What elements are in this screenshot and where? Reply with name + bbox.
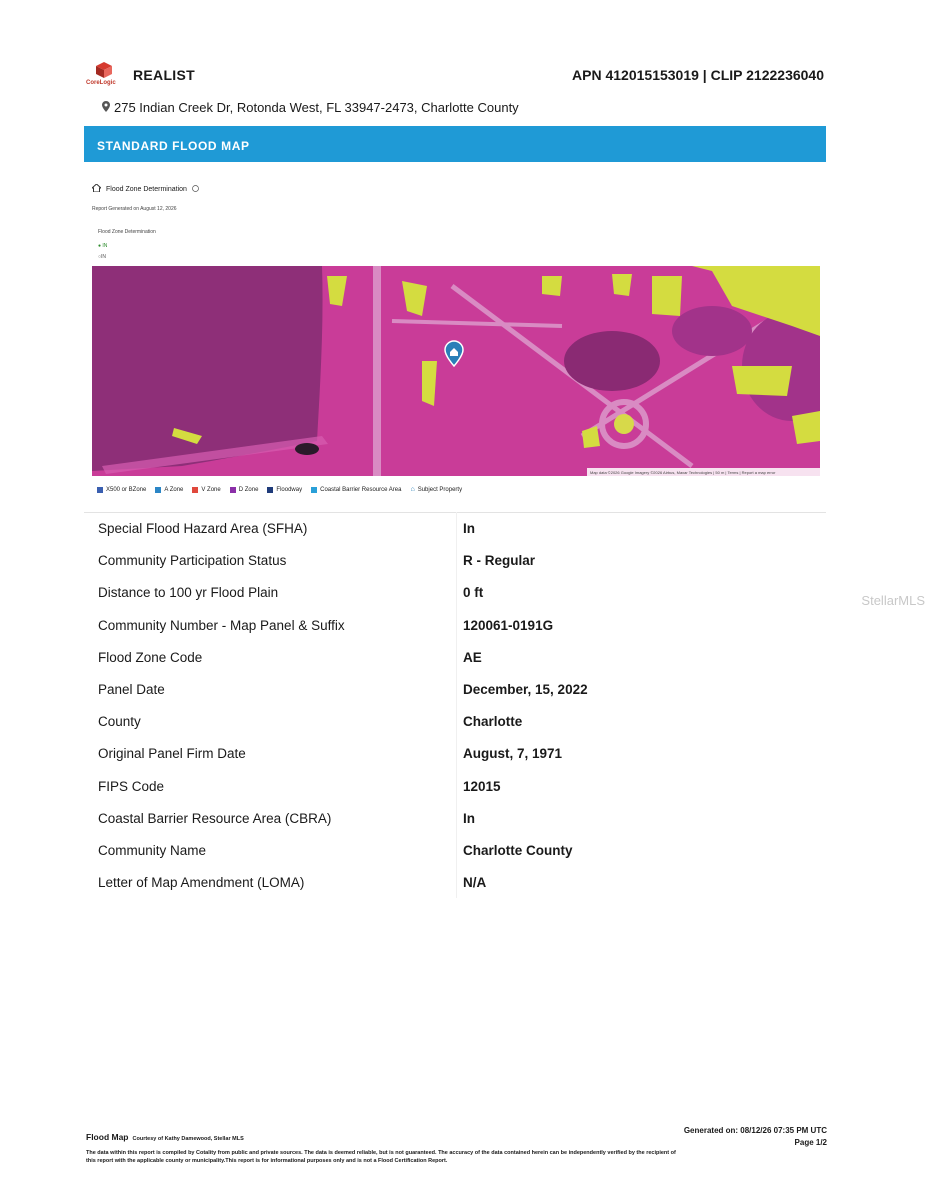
address-row: 275 Indian Creek Dr, Rotonda West, FL 33… <box>102 100 519 115</box>
table-row: Original Panel Firm Date August, 7, 1971 <box>84 737 826 770</box>
row-label: County <box>98 714 141 730</box>
table-row: Coastal Barrier Resource Area (CBRA) In <box>84 801 826 834</box>
row-label: Community Participation Status <box>98 553 287 569</box>
row-label: FIPS Code <box>98 778 165 794</box>
row-label: Special Flood Hazard Area (SFHA) <box>98 521 308 536</box>
flood-map[interactable]: Map data ©2026 Google Imagery ©2026 Airb… <box>92 266 842 476</box>
legend-swatch <box>192 486 199 493</box>
legend-item-v-zone: V Zone <box>192 486 221 493</box>
row-label: Distance to 100 yr Flood Plain <box>98 585 279 601</box>
row-value: December, 15, 2022 <box>463 681 588 697</box>
row-label: Community Name <box>98 842 207 858</box>
flood-zone-heading-row: Flood Zone Determination <box>90 183 199 194</box>
legend-item-subject-property: ⌂ Subject Property <box>410 486 463 493</box>
property-address: 275 Indian Creek Dr, Rotonda West, FL 33… <box>114 100 519 115</box>
page-number: Page 1/2 <box>794 1138 827 1147</box>
table-row: Community Number - Map Panel & Suffix 120… <box>84 608 826 641</box>
footer-courtesy: Courtesy of Kathy Damewood, Stellar MLS <box>132 1136 244 1142</box>
stellar-mls-watermark: StellarMLS <box>861 593 925 608</box>
in-status-badge: ● IN <box>98 243 108 249</box>
report-generated-date: Report Generated on August 12, 2026 <box>92 206 177 212</box>
footer-right: Generated on: 08/12/26 07:35 PM UTC Page… <box>684 1125 827 1149</box>
row-value: R - Regular <box>463 553 536 569</box>
legend-swatch <box>267 486 274 493</box>
legend-item-floodway: Floodway <box>267 486 302 493</box>
legend-swatch <box>97 486 103 493</box>
row-value: N/A <box>463 875 487 891</box>
flood-zone-sublabel: Flood Zone Determination <box>98 229 156 235</box>
footer-left: Flood Map Courtesy of Kathy Damewood, Ste… <box>86 1127 686 1165</box>
row-label: Letter of Map Amendment (LOMA) <box>98 875 305 891</box>
legend-item-a-zone: A Zone <box>155 486 183 493</box>
row-value: Charlotte County <box>463 842 573 858</box>
row-value: August, 7, 1971 <box>463 746 563 762</box>
row-label: Panel Date <box>98 681 165 697</box>
row-value: AE <box>463 649 482 665</box>
table-row: FIPS Code 12015 <box>84 769 826 802</box>
table-row: Special Flood Hazard Area (SFHA) In <box>84 512 826 545</box>
apn-clip: APN 412015153019 | CLIP 2122236040 <box>572 67 824 83</box>
flood-data-table: Special Flood Hazard Area (SFHA) In Commu… <box>84 512 826 899</box>
legend-item-d-zone: D Zone <box>229 486 258 493</box>
footer-disclaimer: The data within this report is compiled … <box>86 1150 676 1164</box>
table-row: Letter of Map Amendment (LOMA) N/A <box>84 866 826 899</box>
row-label: Original Panel Firm Date <box>98 746 246 762</box>
svg-text:Map data ©2026 Google Imagery: Map data ©2026 Google Imagery ©2026 Airb… <box>590 470 776 475</box>
generated-timestamp: Generated on: 08/12/26 07:35 PM UTC <box>683 1126 827 1135</box>
brand-name: REALIST <box>133 67 195 83</box>
flood-zone-heading: Flood Zone Determination <box>106 185 187 193</box>
table-row: Panel Date December, 15, 2022 <box>84 672 826 706</box>
table-row: Distance to 100 yr Flood Plain 0 ft <box>84 576 826 609</box>
row-value: 120061-0191G <box>463 617 554 633</box>
brand-subtitle: CoreLogic <box>86 80 116 86</box>
row-label: Coastal Barrier Resource Area (CBRA) <box>98 810 332 826</box>
home-icon <box>90 183 103 194</box>
legend-swatch <box>311 486 318 493</box>
table-row: County Charlotte <box>84 705 826 738</box>
legend-swatch <box>229 486 236 493</box>
footer-title: Flood Map <box>86 1132 129 1142</box>
info-icon[interactable] <box>192 184 199 194</box>
location-pin-icon <box>102 100 110 115</box>
row-label: Flood Zone Code <box>98 649 203 665</box>
section-banner: STANDARD FLOOD MAP <box>84 126 826 162</box>
table-row: Community Name Charlotte County <box>84 833 826 867</box>
table-row: Community Participation Status R - Regula… <box>84 544 826 577</box>
row-label: Community Number - Map Panel & Suffix <box>98 617 345 633</box>
map-legend: X500 or BZone A Zone V Zone D Zone Flood… <box>97 486 462 493</box>
legend-item-x500: X500 or BZone <box>97 486 146 493</box>
house-icon: ⌂ <box>410 486 415 493</box>
banner-title: STANDARD FLOOD MAP <box>97 139 250 153</box>
legend-swatch <box>155 486 162 493</box>
row-value: In <box>463 810 475 826</box>
row-value: 0 ft <box>463 585 484 601</box>
row-value: 12015 <box>463 778 501 794</box>
row-value: Charlotte <box>463 714 523 730</box>
table-row: Flood Zone Code AE <box>84 640 826 673</box>
in-status-plain: ○IN <box>98 254 107 260</box>
row-value: In <box>463 521 475 536</box>
legend-item-cbra: Coastal Barrier Resource Area <box>311 486 401 493</box>
